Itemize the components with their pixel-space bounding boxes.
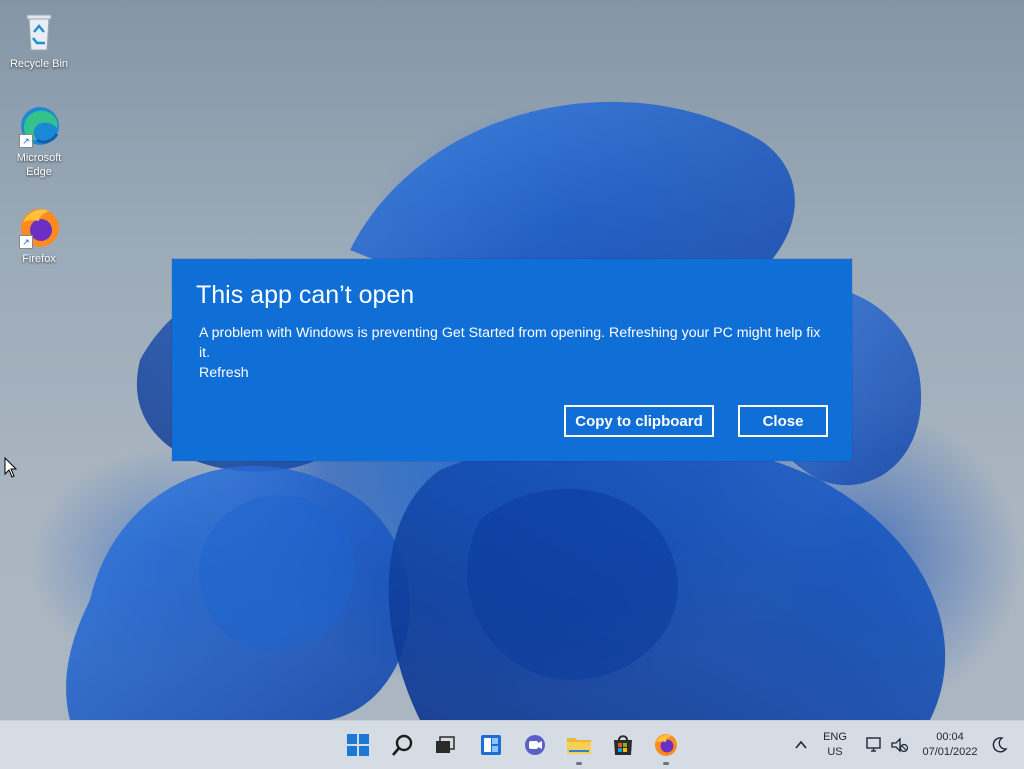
- shortcut-arrow-icon: ↗: [19, 235, 33, 249]
- error-dialog: This app can’t open A problem with Windo…: [172, 259, 852, 461]
- file-explorer-icon[interactable]: [565, 731, 593, 765]
- running-indicator: [663, 762, 669, 765]
- dialog-message: A problem with Windows is preventing Get…: [199, 325, 821, 361]
- task-view-icon[interactable]: [431, 731, 459, 759]
- refresh-link[interactable]: Refresh: [199, 363, 249, 383]
- clock[interactable]: 00:04 07/01/2022: [912, 730, 988, 760]
- desktop-icon-firefox[interactable]: ↗ Firefox: [3, 205, 75, 266]
- firefox-label: Firefox: [22, 253, 56, 265]
- show-hidden-icons-chevron-icon[interactable]: [787, 731, 815, 759]
- firefox-taskbar-icon[interactable]: [652, 731, 680, 765]
- dialog-title: This app can’t open: [196, 281, 415, 309]
- recycle-bin-icon: [17, 10, 61, 54]
- firefox-icon: ↗: [17, 205, 61, 249]
- network-icon[interactable]: [860, 731, 888, 759]
- desktop: Recycle Bin ↗ Microsoft Edge ↗ Firefox T…: [0, 0, 1024, 720]
- search-icon[interactable]: [389, 731, 417, 759]
- mouse-cursor-icon: [4, 457, 18, 478]
- start-icon[interactable]: [344, 731, 372, 759]
- store-icon[interactable]: [609, 731, 637, 759]
- volume-muted-icon[interactable]: [885, 731, 913, 759]
- widgets-icon[interactable]: [477, 731, 505, 759]
- keyboard-region: US: [827, 746, 843, 758]
- edge-label-line2: Edge: [26, 166, 52, 178]
- shortcut-arrow-icon: ↗: [19, 134, 33, 148]
- clock-time: 00:04: [936, 731, 964, 743]
- focus-assist-moon-icon[interactable]: [985, 731, 1013, 759]
- close-button[interactable]: Close: [738, 405, 828, 437]
- language-code: ENG: [823, 731, 847, 743]
- edge-icon: ↗: [17, 104, 61, 148]
- language-indicator[interactable]: ENG US: [817, 730, 853, 760]
- taskbar: ENG US 00:04 07/01/2022: [0, 720, 1024, 769]
- desktop-icon-recycle-bin[interactable]: Recycle Bin: [3, 10, 75, 71]
- running-indicator: [576, 762, 582, 765]
- recycle-bin-label: Recycle Bin: [9, 58, 69, 70]
- copy-to-clipboard-button[interactable]: Copy to clipboard: [564, 405, 714, 437]
- chat-icon[interactable]: [521, 731, 549, 759]
- desktop-icon-edge[interactable]: ↗ Microsoft Edge: [3, 104, 75, 179]
- clock-date: 07/01/2022: [922, 746, 978, 758]
- edge-label-line1: Microsoft: [16, 152, 62, 164]
